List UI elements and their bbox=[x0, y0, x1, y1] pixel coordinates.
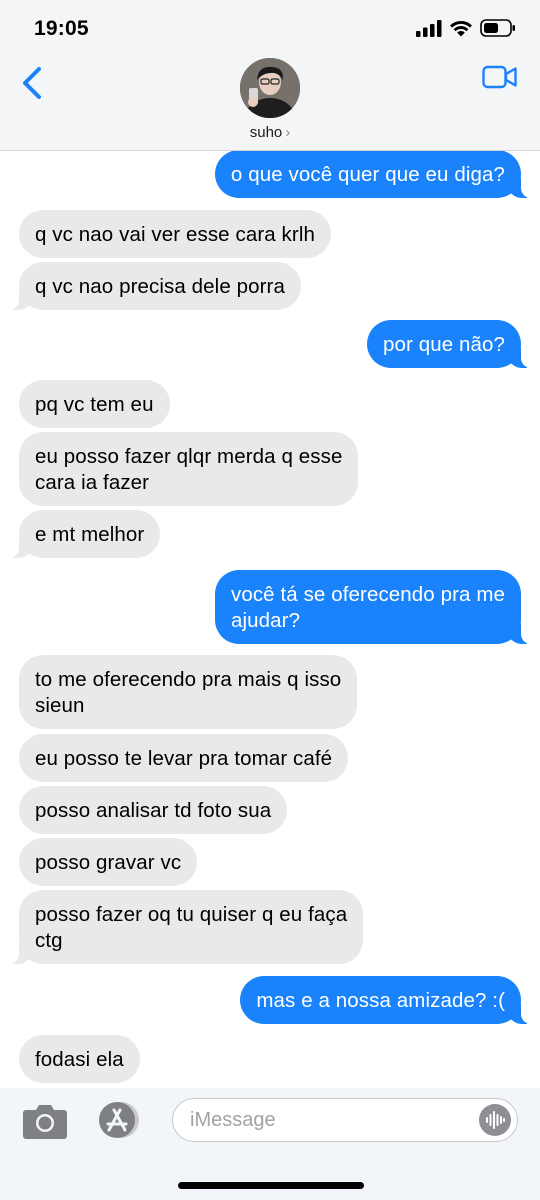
contact-name[interactable]: suho › bbox=[0, 124, 540, 141]
app-store-button[interactable] bbox=[95, 1100, 141, 1140]
message-bubble-received[interactable]: eu posso fazer qlqr merda q esse cara ia… bbox=[19, 432, 359, 506]
avatar-photo bbox=[240, 58, 300, 118]
message-list[interactable]: o que você quer que eu diga? q vc nao va… bbox=[0, 150, 540, 1090]
message-text: posso gravar vc bbox=[35, 851, 182, 874]
facetime-video-button[interactable] bbox=[482, 65, 518, 89]
video-camera-icon bbox=[482, 65, 517, 89]
chevron-right-icon: › bbox=[285, 124, 291, 141]
wifi-icon bbox=[450, 20, 472, 36]
back-chevron-icon bbox=[23, 67, 41, 99]
message-bubble-sent[interactable]: por que não? bbox=[366, 320, 532, 368]
camera-button[interactable] bbox=[22, 1102, 68, 1140]
home-indicator bbox=[178, 1182, 364, 1189]
message-bubble-received[interactable]: to me oferecendo pra mais q isso sieun bbox=[19, 655, 358, 729]
message-text: posso fazer oq tu quiser q eu faça ctg bbox=[35, 903, 348, 952]
message-text: eu posso te levar pra tomar café bbox=[35, 747, 333, 770]
message-bubble-received[interactable]: posso gravar vc bbox=[19, 838, 198, 886]
status-icons bbox=[416, 19, 516, 37]
message-bubble-sent[interactable]: mas e a nossa amizade? :( bbox=[240, 976, 531, 1024]
message-text: q vc nao vai ver esse cara krlh bbox=[35, 223, 315, 246]
contact-name-label: suho bbox=[249, 124, 283, 141]
message-text: e mt melhor bbox=[35, 523, 145, 546]
back-button[interactable] bbox=[20, 66, 44, 100]
message-bubble-received[interactable]: eu posso te levar pra tomar café bbox=[19, 734, 349, 782]
contact-avatar[interactable] bbox=[240, 58, 300, 118]
composer-bar: iMessage bbox=[0, 1088, 540, 1200]
message-text: eu posso fazer qlqr merda q esse cara ia… bbox=[35, 445, 343, 494]
message-bubble-received[interactable]: q vc nao precisa dele porra bbox=[9, 262, 301, 310]
message-text: q vc nao precisa dele porra bbox=[35, 275, 285, 298]
message-bubble-sent[interactable]: o que você quer que eu diga? bbox=[214, 150, 532, 198]
message-bubble-received[interactable]: pq vc tem eu bbox=[19, 380, 170, 428]
message-bubble-received[interactable]: q vc nao vai ver esse cara krlh bbox=[19, 210, 331, 258]
message-bubble-received[interactable]: e mt melhor bbox=[8, 510, 161, 558]
message-bubble-received[interactable]: posso analisar td foto sua bbox=[19, 786, 288, 834]
message-text: posso analisar td foto sua bbox=[35, 799, 272, 822]
message-text: fodasi ela bbox=[35, 1048, 124, 1071]
audio-record-button[interactable] bbox=[479, 1104, 511, 1136]
message-text: pq vc tem eu bbox=[35, 393, 154, 416]
cellular-signal-icon bbox=[416, 19, 442, 37]
message-bubble-sent[interactable]: você tá se oferecendo pra me ajudar? bbox=[214, 570, 532, 644]
status-bar: 19:05 bbox=[0, 0, 540, 58]
conversation-header: suho › bbox=[0, 58, 540, 151]
message-text: o que você quer que eu diga? bbox=[230, 163, 505, 186]
battery-icon bbox=[480, 19, 515, 37]
audio-waveform-icon bbox=[486, 1111, 505, 1129]
message-text: mas e a nossa amizade? :( bbox=[256, 989, 505, 1012]
status-time: 19:05 bbox=[34, 17, 89, 40]
camera-icon bbox=[23, 1105, 67, 1139]
message-bubble-received[interactable]: posso fazer oq tu quiser q eu faça ctg bbox=[8, 890, 364, 964]
message-text: to me oferecendo pra mais q isso sieun bbox=[35, 668, 342, 717]
message-text: você tá se oferecendo pra me ajudar? bbox=[230, 583, 505, 632]
input-placeholder: iMessage bbox=[190, 1109, 276, 1131]
message-text: por que não? bbox=[382, 333, 505, 356]
app-store-icon bbox=[99, 1102, 139, 1138]
imessage-input[interactable]: iMessage bbox=[172, 1098, 518, 1142]
message-bubble-received[interactable]: fodasi ela bbox=[19, 1035, 140, 1083]
